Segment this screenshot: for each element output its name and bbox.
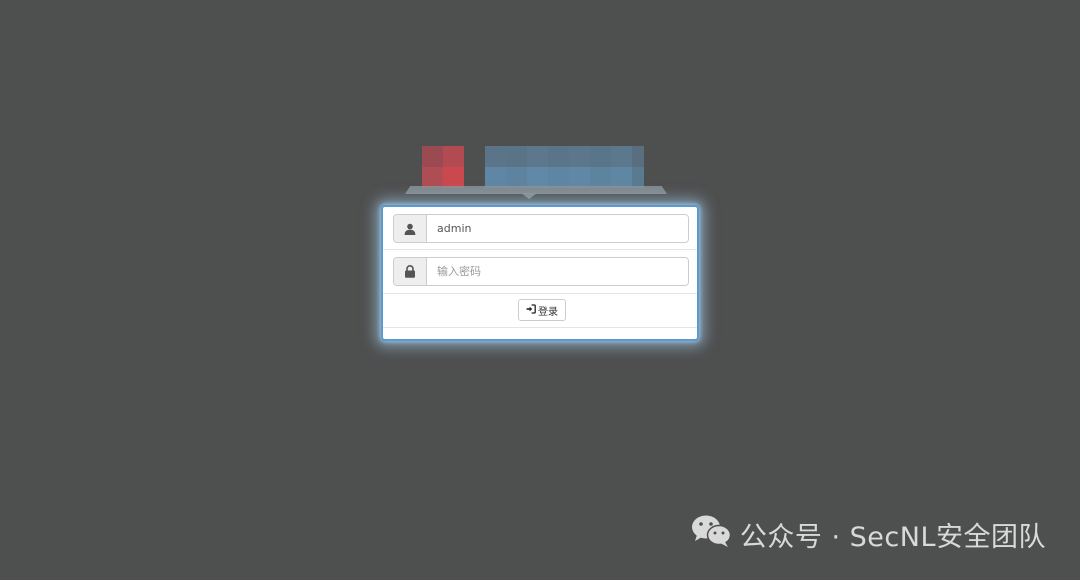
login-panel: 登录 (381, 205, 699, 341)
divider (383, 327, 697, 328)
user-icon (394, 215, 427, 242)
password-input[interactable] (427, 258, 688, 285)
sign-in-icon (526, 303, 536, 317)
wechat-icon (690, 514, 732, 555)
login-button[interactable]: 登录 (518, 299, 566, 321)
site-logo-pixelated (405, 144, 667, 200)
divider (383, 249, 697, 250)
lock-icon (394, 258, 427, 285)
password-group (393, 257, 689, 286)
watermark-text: 公众号 · SecNL安全团队 (739, 522, 1046, 553)
divider (383, 293, 697, 294)
username-input[interactable] (427, 215, 688, 242)
watermark: 公众号 · SecNL安全团队 (690, 514, 1046, 555)
login-button-label: 登录 (538, 306, 558, 318)
username-group (393, 214, 689, 243)
logo-underline (405, 186, 667, 194)
